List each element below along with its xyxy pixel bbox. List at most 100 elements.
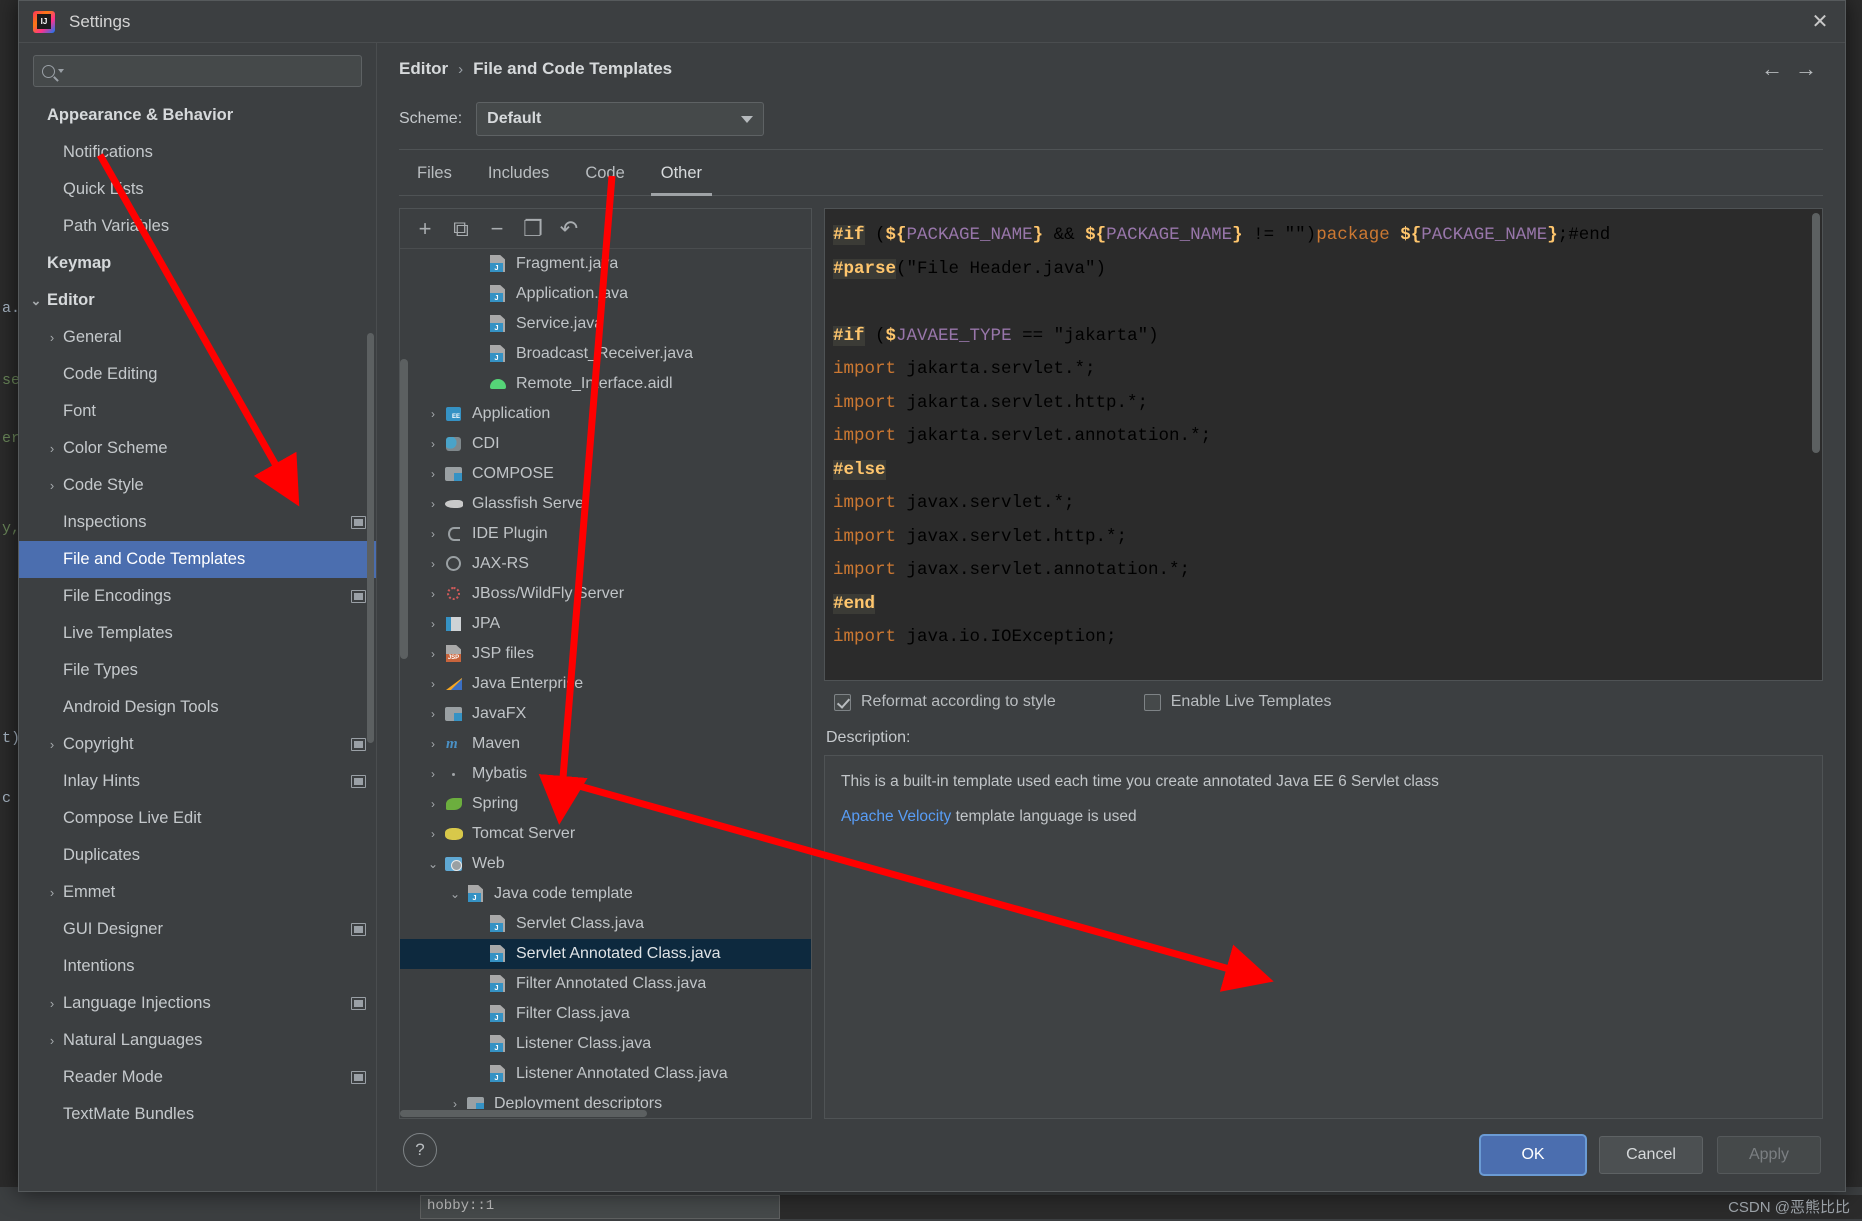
sidebar-item-path-variables[interactable]: Path Variables [19, 208, 376, 245]
chevron-right-icon[interactable]: › [422, 737, 444, 751]
search-box[interactable] [33, 55, 362, 87]
tab-code[interactable]: Code [567, 164, 642, 195]
chevron-right-icon[interactable]: › [422, 407, 444, 421]
sidebar-item-intentions[interactable]: Intentions [19, 948, 376, 985]
tree-row[interactable]: Servlet Class.java [400, 909, 811, 939]
tree-row[interactable]: Listener Class.java [400, 1029, 811, 1059]
tree-row[interactable]: ›COMPOSE [400, 459, 811, 489]
chevron-right-icon[interactable]: › [422, 827, 444, 841]
tree-row[interactable]: ›mMaven [400, 729, 811, 759]
chevron-right-icon[interactable]: › [422, 617, 444, 631]
sidebar-item-code-style[interactable]: ›Code Style [19, 467, 376, 504]
tree-vertical-scrollbar[interactable] [400, 359, 408, 659]
sidebar-item-inlay-hints[interactable]: Inlay Hints [19, 763, 376, 800]
sidebar-item-natural-languages[interactable]: ›Natural Languages [19, 1022, 376, 1059]
chevron-right-icon[interactable]: › [422, 587, 444, 601]
tree-row[interactable]: ›JBoss/WildFly Server [400, 579, 811, 609]
chevron-right-icon[interactable]: › [41, 478, 63, 493]
arrow-left-icon[interactable]: ← [1755, 52, 1789, 86]
sidebar-item-quick-lists[interactable]: Quick Lists [19, 171, 376, 208]
tree-row[interactable]: Servlet Annotated Class.java [400, 939, 811, 969]
sidebar-item-editor[interactable]: ⌄Editor [19, 282, 376, 319]
sidebar-item-textmate-bundles[interactable]: TextMate Bundles [19, 1096, 376, 1133]
tree-row[interactable]: Broadcast_Receiver.java [400, 339, 811, 369]
tree-row[interactable]: Listener Annotated Class.java [400, 1059, 811, 1089]
sidebar-item-file-and-code-templates[interactable]: File and Code Templates [19, 541, 376, 578]
sidebar-item-notifications[interactable]: Notifications [19, 134, 376, 171]
apache-velocity-link[interactable]: Apache Velocity [841, 808, 951, 825]
tree-row[interactable]: ›Tomcat Server [400, 819, 811, 849]
chevron-right-icon[interactable]: › [422, 467, 444, 481]
tree-row[interactable]: Filter Annotated Class.java [400, 969, 811, 999]
sidebar-item-inspections[interactable]: Inspections [19, 504, 376, 541]
sidebar-item-copyright[interactable]: ›Copyright [19, 726, 376, 763]
tree-row[interactable]: ›Glassfish Server [400, 489, 811, 519]
chevron-right-icon[interactable]: › [422, 767, 444, 781]
tree-row[interactable]: Filter Class.java [400, 999, 811, 1029]
sidebar-item-live-templates[interactable]: Live Templates [19, 615, 376, 652]
sidebar-item-general[interactable]: ›General [19, 319, 376, 356]
tree-row[interactable]: ⌄Web [400, 849, 811, 879]
tab-other[interactable]: Other [643, 164, 720, 195]
tree-row[interactable]: ⌄Java code template [400, 879, 811, 909]
chevron-down-icon[interactable]: ⌄ [422, 857, 444, 871]
sidebar-item-gui-designer[interactable]: GUI Designer [19, 911, 376, 948]
remove-template-button[interactable]: − [482, 215, 512, 243]
apply-button[interactable]: Apply [1717, 1136, 1821, 1174]
sidebar-item-font[interactable]: Font [19, 393, 376, 430]
tree-row[interactable]: ›CDI [400, 429, 811, 459]
tree-row[interactable]: ›Mybatis [400, 759, 811, 789]
ok-button[interactable]: OK [1481, 1136, 1585, 1174]
breadcrumb-parent[interactable]: Editor [399, 59, 448, 79]
tree-row[interactable]: ›Application [400, 399, 811, 429]
sidebar-item-language-injections[interactable]: ›Language Injections [19, 985, 376, 1022]
close-icon[interactable]: ✕ [1795, 1, 1845, 43]
sidebar-item-reader-mode[interactable]: Reader Mode [19, 1059, 376, 1096]
sidebar-item-keymap[interactable]: Keymap [19, 245, 376, 282]
arrow-right-icon[interactable]: → [1789, 52, 1823, 86]
chevron-right-icon[interactable]: › [41, 1033, 63, 1048]
chevron-right-icon[interactable]: › [422, 797, 444, 811]
sidebar-item-code-editing[interactable]: Code Editing [19, 356, 376, 393]
tree-row[interactable]: ›Java Enterprise [400, 669, 811, 699]
reset-template-button[interactable]: ↶ [554, 215, 584, 243]
tree-row[interactable]: ›JavaFX [400, 699, 811, 729]
chevron-right-icon[interactable]: › [41, 885, 63, 900]
tree-horizontal-scrollbar[interactable] [400, 1109, 811, 1118]
tree-row[interactable]: ›JPA [400, 609, 811, 639]
live-templates-checkbox-item[interactable]: Enable Live Templates [1144, 693, 1332, 711]
chevron-right-icon[interactable]: › [422, 647, 444, 661]
chevron-right-icon[interactable]: › [41, 330, 63, 345]
tree-row[interactable]: Fragment.java [400, 249, 811, 279]
duplicate-template-button[interactable]: ❐ [518, 215, 548, 243]
reformat-checkbox-item[interactable]: Reformat according to style [834, 693, 1056, 711]
sidebar-item-file-encodings[interactable]: File Encodings [19, 578, 376, 615]
scheme-select[interactable]: Default [476, 102, 764, 136]
sidebar-scrollbar[interactable] [367, 333, 374, 743]
tree-row[interactable]: Application.java [400, 279, 811, 309]
chevron-right-icon[interactable]: › [422, 527, 444, 541]
tree-row[interactable]: ›Spring [400, 789, 811, 819]
chevron-right-icon[interactable]: › [422, 497, 444, 511]
cancel-button[interactable]: Cancel [1599, 1136, 1703, 1174]
tree-row[interactable]: ›IDE Plugin [400, 519, 811, 549]
sidebar-item-file-types[interactable]: File Types [19, 652, 376, 689]
template-code-editor[interactable]: #if (${PACKAGE_NAME} && ${PACKAGE_NAME} … [824, 208, 1823, 681]
chevron-right-icon[interactable]: › [422, 557, 444, 571]
chevron-down-icon[interactable]: ⌄ [25, 293, 47, 309]
sidebar-item-compose-live-edit[interactable]: Compose Live Edit [19, 800, 376, 837]
chevron-right-icon[interactable]: › [41, 737, 63, 752]
sidebar-item-appearance-behavior[interactable]: Appearance & Behavior [19, 97, 376, 134]
tree-row[interactable]: ›JAX-RS [400, 549, 811, 579]
editor-vertical-scrollbar[interactable] [1812, 213, 1820, 453]
checkbox-checked-icon[interactable] [834, 694, 851, 711]
chevron-right-icon[interactable]: › [41, 441, 63, 456]
search-input[interactable] [69, 63, 353, 79]
sidebar-item-android-design-tools[interactable]: Android Design Tools [19, 689, 376, 726]
tab-files[interactable]: Files [399, 164, 470, 195]
add-template-button[interactable]: + [410, 215, 440, 243]
tree-row[interactable]: ›Deployment descriptors [400, 1089, 811, 1109]
tree-row[interactable]: Remote_Interface.aidl [400, 369, 811, 399]
copy-template-button[interactable]: ⧉ [446, 215, 476, 243]
chevron-down-icon[interactable]: ⌄ [444, 887, 466, 901]
